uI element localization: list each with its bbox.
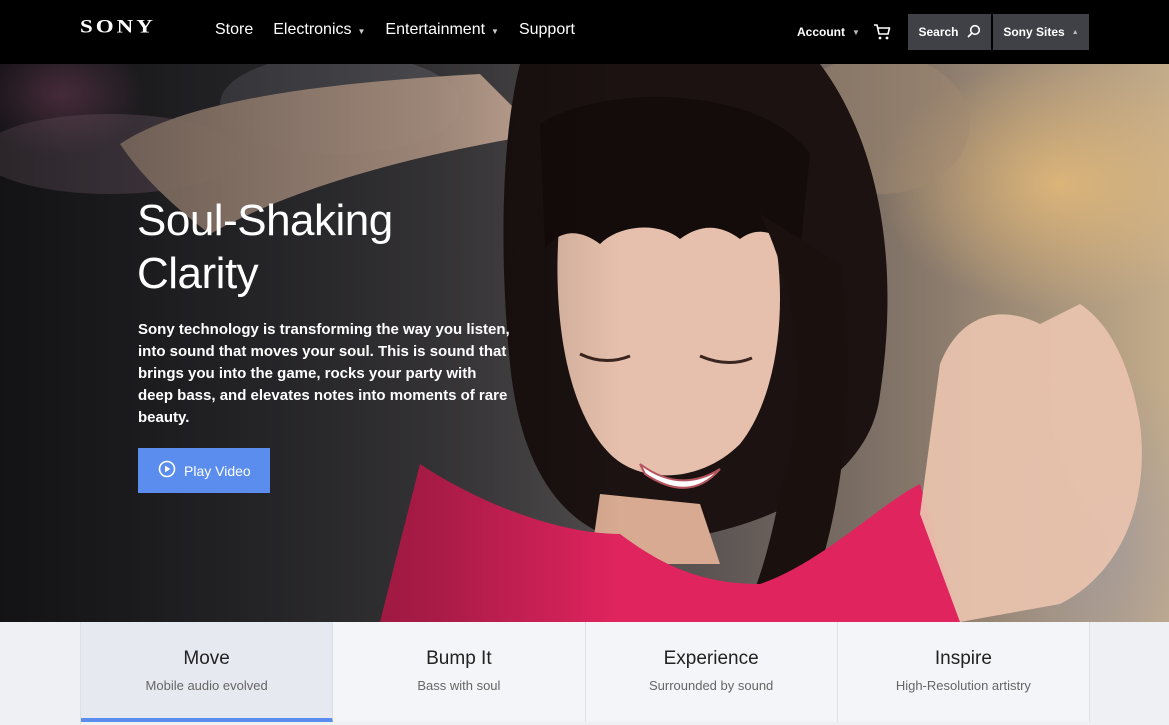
tab-subtitle: Bass with soul [417,678,501,693]
hero-banner: Soul-Shaking Clarity Sony technology is … [0,64,1169,622]
top-navigation-bar: SONY Store Electronics ▼ Entertainment ▼… [0,0,1169,64]
tab-subtitle: High-Resolution artistry [895,678,1031,693]
chevron-up-icon: ▲ [1071,28,1079,36]
nav-item-label: Support [518,21,575,38]
tab-title: Experience [663,648,759,669]
nav-item-label: Store [215,21,254,38]
main-nav: Store Electronics ▼ Entertainment ▼ Supp… [215,21,595,39]
account-label: Account [797,25,845,39]
tab-title: Move [183,648,230,669]
tab-subtitle: Mobile audio evolved [145,678,268,693]
hero-heading: Soul-Shaking Clarity [137,194,537,300]
feature-tabs-bar: Move Mobile audio evolved Bump It Bass w… [0,622,1169,725]
search-icon [967,24,981,41]
tab-title: Inspire [934,648,992,669]
hero-heading-line-1: Soul-Shaking [137,196,393,245]
chevron-down-icon: ▼ [357,27,366,36]
tab-title: Bump It [426,648,492,669]
chevron-down-icon: ▼ [852,27,860,37]
nav-item-store[interactable]: Store [215,21,253,39]
hero-description: Sony technology is transforming the way … [138,321,510,426]
play-video-label: Play Video [184,462,251,479]
nav-item-electronics[interactable]: Electronics ▼ [273,21,365,39]
chevron-down-icon: ▼ [491,27,499,36]
nav-item-label: Electronics [273,21,352,38]
search-button-label: Search [918,25,959,39]
hero-heading-line-2: Clarity [137,249,259,298]
nav-item-entertainment[interactable]: Entertainment ▼ [385,21,499,39]
sony-sites-button[interactable]: Sony Sites ▲ [993,14,1089,50]
sony-sites-label: Sony Sites [1003,25,1065,39]
nav-item-support[interactable]: Support [519,21,575,39]
nav-item-label: Entertainment [385,21,486,38]
sony-logo[interactable]: SONY [80,16,156,37]
play-video-button[interactable]: Play Video [138,448,270,493]
play-circle-icon [158,460,176,481]
tab-bump-it[interactable]: Bump It Bass with soul [333,622,586,722]
feature-tabs: Move Mobile audio evolved Bump It Bass w… [80,622,1090,725]
tab-experience[interactable]: Experience Surrounded by sound [585,622,838,722]
shopping-cart-icon[interactable] [873,23,891,41]
tab-move[interactable]: Move Mobile audio evolved [81,622,334,722]
account-menu[interactable]: Account ▼ [797,25,860,39]
tab-subtitle: Surrounded by sound [648,678,774,693]
tab-inspire[interactable]: Inspire High-Resolution artistry [837,622,1090,722]
search-button[interactable]: Search [908,14,991,50]
